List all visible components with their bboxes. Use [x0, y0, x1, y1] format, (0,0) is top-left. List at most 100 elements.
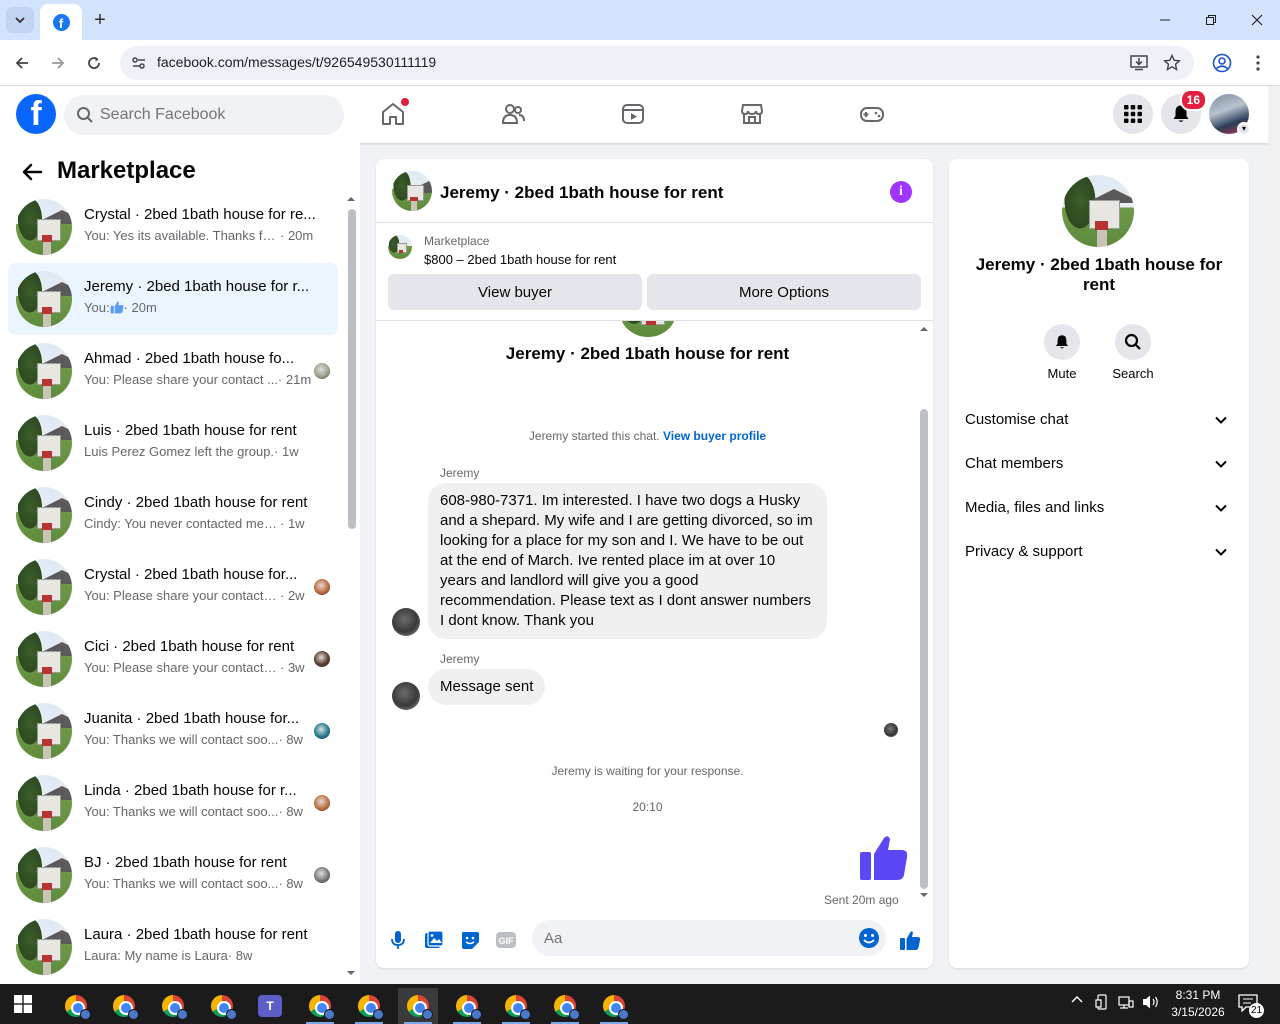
chrome-taskbar-icon[interactable]: [398, 988, 438, 1024]
nav-friends[interactable]: [493, 94, 533, 134]
conversation-item[interactable]: Linda · 2bed 1bath house for r... You: T…: [8, 767, 338, 839]
facebook-search-input[interactable]: [100, 95, 330, 135]
facebook-logo-icon[interactable]: f: [16, 94, 56, 134]
conversation-thumbnail: [16, 559, 72, 615]
section-privacy-support[interactable]: Privacy & support: [957, 530, 1241, 574]
message-bubble[interactable]: 608-980-7371. Im interested. I have two …: [428, 483, 827, 639]
action-center-button[interactable]: 21: [1238, 994, 1264, 1018]
conversation-item[interactable]: Crystal · 2bed 1bath house for... You: P…: [8, 551, 338, 623]
chrome-taskbar-icon[interactable]: [104, 988, 144, 1024]
conversation-item[interactable]: Cici · 2bed 1bath house for rent You: Pl…: [8, 623, 338, 695]
volume-icon[interactable]: [1142, 994, 1160, 1013]
attach-photo-button[interactable]: [422, 928, 446, 952]
snippet-time: · 8w: [278, 804, 303, 819]
view-buyer-button[interactable]: View buyer: [388, 274, 642, 310]
scroll-up-icon[interactable]: [919, 325, 929, 333]
conversation-item[interactable]: Luis · 2bed 1bath house for rent Luis Pe…: [8, 407, 338, 479]
conversation-thumbnail: [16, 415, 72, 471]
emoji-icon[interactable]: [858, 927, 880, 949]
thumbs-up-icon[interactable]: [858, 832, 910, 884]
chat-title[interactable]: Jeremy · 2bed 1bath house for rent: [440, 183, 723, 203]
chrome-taskbar-icon[interactable]: [496, 988, 536, 1024]
notifications-button[interactable]: 16: [1161, 89, 1207, 134]
search-in-chat-button[interactable]: Search: [1103, 324, 1163, 381]
back-button[interactable]: [9, 50, 35, 76]
restore-button[interactable]: [1188, 0, 1234, 40]
listing-thumbnail[interactable]: [388, 235, 412, 259]
account-avatar[interactable]: ▾: [1209, 94, 1251, 136]
chat-avatar[interactable]: [392, 171, 432, 211]
sidebar-scrollbar[interactable]: [346, 195, 356, 975]
nav-gaming[interactable]: [852, 94, 892, 134]
view-buyer-profile-link[interactable]: View buyer profile: [663, 429, 766, 443]
sender-avatar[interactable]: [392, 682, 420, 710]
nav-marketplace[interactable]: [732, 94, 772, 134]
nav-video[interactable]: [613, 94, 653, 134]
reload-icon: [88, 57, 100, 69]
profile-button[interactable]: [1209, 50, 1235, 76]
scroll-down-icon[interactable]: [919, 891, 929, 899]
address-bar[interactable]: facebook.com/messages/t/926549530111119: [120, 46, 1194, 80]
conversation-item[interactable]: Ahmad · 2bed 1bath house fo... You: Plea…: [8, 335, 338, 407]
install-app-icon[interactable]: [1129, 53, 1149, 73]
reload-button[interactable]: [81, 50, 107, 76]
chrome-taskbar-icon[interactable]: [202, 988, 242, 1024]
facebook-search[interactable]: [64, 95, 344, 135]
seen-avatar: [314, 795, 330, 811]
nav-home[interactable]: [373, 94, 413, 134]
conversation-item[interactable]: Jeremy · 2bed 1bath house for r... You: …: [8, 263, 338, 335]
message-input[interactable]: [544, 920, 844, 956]
taskbar-clock[interactable]: 8:31 PM 3/15/2026: [1163, 987, 1233, 1021]
site-settings-icon[interactable]: [130, 54, 148, 72]
snippet-time: · 2w: [280, 588, 305, 603]
section-chat-members[interactable]: Chat members: [957, 442, 1241, 486]
sender-avatar[interactable]: [392, 608, 420, 636]
teams-taskbar-icon[interactable]: T: [250, 988, 290, 1024]
chrome-taskbar-icon[interactable]: [349, 988, 389, 1024]
bookmark-star-icon[interactable]: [1162, 53, 1182, 73]
chrome-taskbar-icon[interactable]: [545, 988, 585, 1024]
microphone-icon: [391, 931, 405, 949]
chat-started-notice: Jeremy started this chat. View buyer pro…: [376, 429, 919, 443]
browser-tab-facebook[interactable]: f: [40, 4, 82, 40]
tab-search-button[interactable]: [6, 7, 34, 33]
scroll-up-icon[interactable]: [346, 195, 356, 203]
minimize-button[interactable]: [1142, 0, 1188, 40]
tray-overflow-icon[interactable]: [1071, 994, 1083, 1009]
sidebar-scroll-thumb[interactable]: [348, 209, 356, 529]
browser-menu-button[interactable]: [1245, 50, 1271, 76]
network-icon[interactable]: [1118, 994, 1134, 1013]
windows-start-icon[interactable]: [14, 995, 32, 1013]
mute-button[interactable]: Mute: [1032, 324, 1092, 381]
listing-price-title[interactable]: $800 – 2bed 1bath house for rent: [424, 252, 616, 267]
voice-clip-button[interactable]: [386, 928, 410, 952]
chrome-taskbar-icon[interactable]: [153, 988, 193, 1024]
close-window-button[interactable]: [1234, 0, 1280, 40]
device-icon[interactable]: [1095, 994, 1109, 1013]
more-options-button[interactable]: More Options: [647, 274, 921, 310]
chrome-taskbar-icon[interactable]: [447, 988, 487, 1024]
conversation-item[interactable]: Crystal · 2bed 1bath house for re... You…: [8, 191, 338, 263]
back-arrow-icon[interactable]: [20, 160, 44, 184]
chrome-taskbar-icon[interactable]: [56, 988, 96, 1024]
thread-scroll-thumb[interactable]: [920, 409, 928, 889]
conversation-item[interactable]: BJ · 2bed 1bath house for rent You: Than…: [8, 839, 338, 911]
page-scrollbar[interactable]: [1268, 86, 1280, 984]
gif-button[interactable]: GIF: [494, 928, 518, 952]
info-icon[interactable]: i: [890, 181, 912, 203]
message-bubble[interactable]: Message sent: [428, 669, 546, 705]
send-like-button[interactable]: [898, 928, 922, 952]
section-media-files-links[interactable]: Media, files and links: [957, 486, 1241, 530]
thread-scrollbar[interactable]: [919, 325, 929, 905]
conversation-item[interactable]: Laura · 2bed 1bath house for rent Laura:…: [8, 911, 338, 983]
forward-button[interactable]: [45, 50, 71, 76]
menu-button[interactable]: [1113, 94, 1153, 134]
conversation-item[interactable]: Juanita · 2bed 1bath house for... You: T…: [8, 695, 338, 767]
scroll-down-icon[interactable]: [346, 969, 356, 977]
new-tab-button[interactable]: +: [88, 8, 112, 32]
conversation-item[interactable]: Cindy · 2bed 1bath house for rent Cindy:…: [8, 479, 338, 551]
sticker-button[interactable]: [458, 928, 482, 952]
chrome-taskbar-icon[interactable]: [594, 988, 634, 1024]
section-customise-chat[interactable]: Customise chat: [957, 398, 1241, 442]
chrome-taskbar-icon[interactable]: [300, 988, 340, 1024]
